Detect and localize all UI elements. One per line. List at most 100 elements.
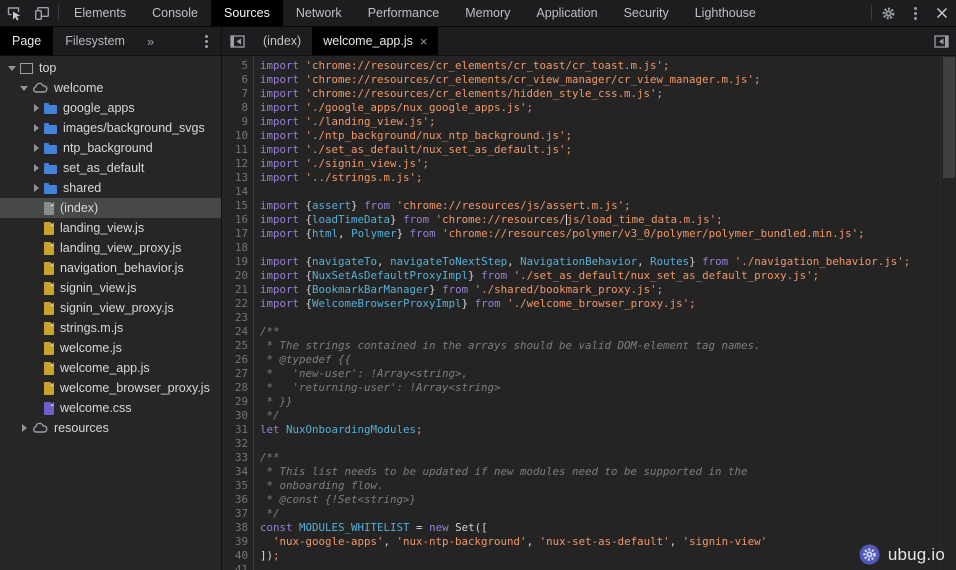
code-line[interactable]: 24/** [222, 325, 941, 339]
line-number[interactable]: 6 [222, 73, 254, 87]
collapse-arrow-icon[interactable] [30, 104, 42, 112]
code-line[interactable]: 25 * The strings contained in the arrays… [222, 339, 941, 353]
line-number[interactable]: 41 [222, 563, 254, 570]
close-devtools-icon[interactable] [928, 0, 956, 26]
code-line[interactable]: 13import '../strings.m.js'; [222, 171, 941, 185]
code-line[interactable]: 31let NuxOnboardingModules; [222, 423, 941, 437]
tree-item-welcome-js[interactable]: welcome.js [0, 338, 221, 358]
tab-elements[interactable]: Elements [61, 0, 139, 26]
code-line[interactable]: 33/** [222, 451, 941, 465]
code-line[interactable]: 9import './landing_view.js'; [222, 115, 941, 129]
tree-item-welcome-app-js[interactable]: welcome_app.js [0, 358, 221, 378]
inspect-element-icon[interactable] [0, 0, 28, 26]
line-number[interactable]: 27 [222, 367, 254, 381]
line-number[interactable]: 15 [222, 199, 254, 213]
line-number[interactable]: 22 [222, 297, 254, 311]
line-number[interactable]: 33 [222, 451, 254, 465]
line-number[interactable]: 14 [222, 185, 254, 199]
code-line[interactable]: 20import {NuxSetAsDefaultProxyImpl} from… [222, 269, 941, 283]
line-number[interactable]: 17 [222, 227, 254, 241]
line-number[interactable]: 39 [222, 535, 254, 549]
line-number[interactable]: 35 [222, 479, 254, 493]
code-editor[interactable]: 45import 'chrome://resources/cr_elements… [222, 56, 956, 570]
line-number[interactable]: 21 [222, 283, 254, 297]
device-toolbar-icon[interactable] [28, 0, 56, 26]
tree-item-welcome-browser-proxy-js[interactable]: welcome_browser_proxy.js [0, 378, 221, 398]
tree-item-google-apps[interactable]: google_apps [0, 98, 221, 118]
expand-arrow-icon[interactable] [6, 66, 18, 71]
more-tabs-icon[interactable]: » [137, 27, 164, 55]
collapse-arrow-icon[interactable] [30, 164, 42, 172]
line-number[interactable]: 24 [222, 325, 254, 339]
line-number[interactable]: 37 [222, 507, 254, 521]
code-line[interactable]: 34 * This list needs to be updated if ne… [222, 465, 941, 479]
tab-sources[interactable]: Sources [211, 0, 283, 26]
tree-item-ntp-background[interactable]: ntp_background [0, 138, 221, 158]
code-line[interactable]: 28 * 'returning-user': !Array<string> [222, 381, 941, 395]
editor-tab-welcome-app-js[interactable]: welcome_app.js× [312, 27, 438, 55]
line-number[interactable]: 30 [222, 409, 254, 423]
more-options-icon[interactable] [902, 0, 928, 26]
tab-network[interactable]: Network [283, 0, 355, 26]
tab-application[interactable]: Application [523, 0, 610, 26]
line-number[interactable]: 28 [222, 381, 254, 395]
line-number[interactable]: 31 [222, 423, 254, 437]
editor-scrollbar[interactable] [940, 56, 956, 570]
settings-gear-icon[interactable] [874, 0, 902, 26]
code-line[interactable]: 39 'nux-google-apps', 'nux-ntp-backgroun… [222, 535, 941, 549]
editor-tab-index[interactable]: (index) [252, 27, 312, 55]
code-line[interactable]: 19import {navigateTo, navigateToNextStep… [222, 255, 941, 269]
line-number[interactable]: 26 [222, 353, 254, 367]
collapse-arrow-icon[interactable] [30, 184, 42, 192]
tree-item-welcome-css[interactable]: welcome.css [0, 398, 221, 418]
collapse-arrow-icon[interactable] [18, 424, 30, 432]
collapse-navigator-icon[interactable] [222, 27, 252, 55]
code-line[interactable]: 36 * @const {!Set<string>} [222, 493, 941, 507]
tree-item-strings-m-js[interactable]: strings.m.js [0, 318, 221, 338]
line-number[interactable]: 29 [222, 395, 254, 409]
tree-item-signin-view-js[interactable]: signin_view.js [0, 278, 221, 298]
navigator-menu-icon[interactable] [191, 27, 221, 55]
line-number[interactable]: 40 [222, 549, 254, 563]
code-line[interactable]: 15import {assert} from 'chrome://resourc… [222, 199, 941, 213]
tree-item-images-background-svgs[interactable]: images/background_svgs [0, 118, 221, 138]
scrollbar-thumb[interactable] [943, 57, 955, 178]
tree-item-welcome[interactable]: welcome [0, 78, 221, 98]
code-line[interactable]: 14 [222, 185, 941, 199]
line-number[interactable]: 16 [222, 213, 254, 227]
tab-console[interactable]: Console [139, 0, 211, 26]
tree-item-shared[interactable]: shared [0, 178, 221, 198]
code-line[interactable]: 7import 'chrome://resources/cr_elements/… [222, 87, 941, 101]
code-line[interactable]: 5import 'chrome://resources/cr_elements/… [222, 59, 941, 73]
tree-item-top[interactable]: top [0, 58, 221, 78]
line-number[interactable]: 34 [222, 465, 254, 479]
code-line[interactable]: 32 [222, 437, 941, 451]
code-line[interactable]: 23 [222, 311, 941, 325]
expand-arrow-icon[interactable] [18, 86, 30, 91]
code-line[interactable]: 38const MODULES_WHITELIST = new Set([ [222, 521, 941, 535]
tree-item-set-as-default[interactable]: set_as_default [0, 158, 221, 178]
tree-item-resources[interactable]: resources [0, 418, 221, 438]
tab-memory[interactable]: Memory [452, 0, 523, 26]
code-line[interactable]: 37 */ [222, 507, 941, 521]
code-line[interactable]: 18 [222, 241, 941, 255]
collapse-arrow-icon[interactable] [30, 124, 42, 132]
tree-item-index[interactable]: (index) [0, 198, 221, 218]
line-number[interactable]: 23 [222, 311, 254, 325]
code-line[interactable]: 16import {loadTimeData} from 'chrome://r… [222, 213, 941, 227]
code-line[interactable]: 35 * onboarding flow. [222, 479, 941, 493]
line-number[interactable]: 9 [222, 115, 254, 129]
line-number[interactable]: 12 [222, 157, 254, 171]
line-number[interactable]: 36 [222, 493, 254, 507]
code-line[interactable]: 29 * }} [222, 395, 941, 409]
code-line[interactable]: 27 * 'new-user': !Array<string>, [222, 367, 941, 381]
line-number[interactable]: 32 [222, 437, 254, 451]
tab-performance[interactable]: Performance [355, 0, 453, 26]
code-line[interactable]: 8import './google_apps/nux_google_apps.j… [222, 101, 941, 115]
line-number[interactable]: 25 [222, 339, 254, 353]
code-line[interactable]: 41 [222, 563, 941, 570]
line-number[interactable]: 10 [222, 129, 254, 143]
code-line[interactable]: 21import {BookmarkBarManager} from './sh… [222, 283, 941, 297]
collapse-arrow-icon[interactable] [30, 144, 42, 152]
code-line[interactable]: 30 */ [222, 409, 941, 423]
